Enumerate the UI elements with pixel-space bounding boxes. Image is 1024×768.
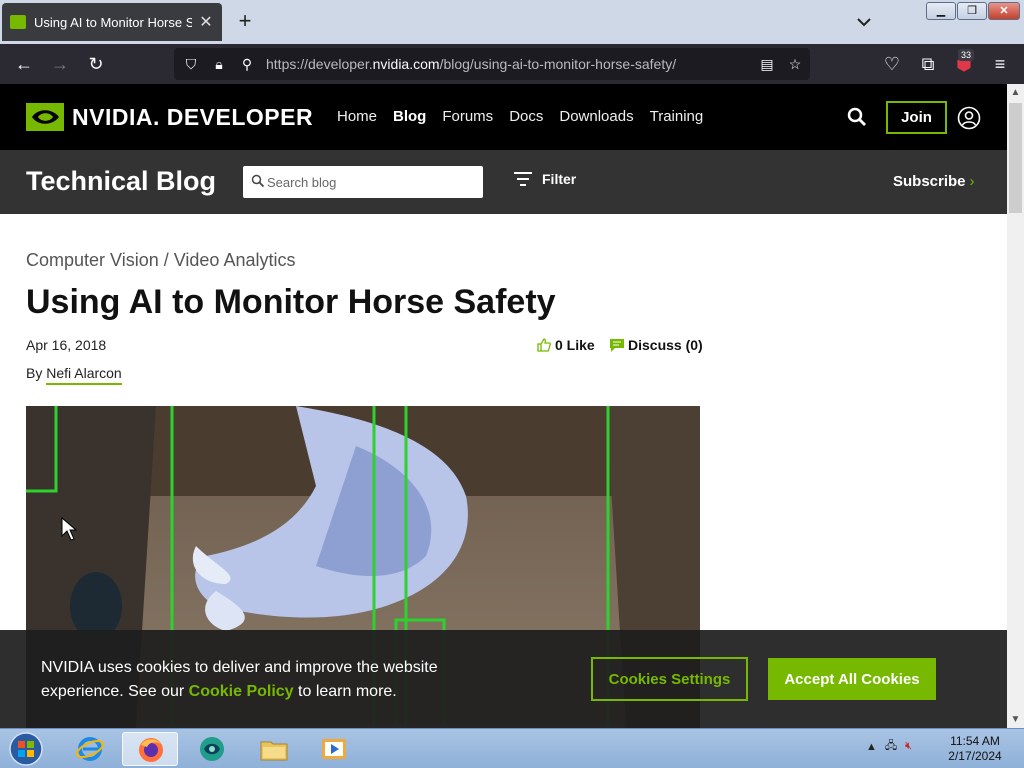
- window-minimize-button[interactable]: ▁: [926, 2, 956, 20]
- nav-docs[interactable]: Docs: [509, 108, 543, 125]
- nav-home[interactable]: Home: [337, 108, 377, 125]
- blog-search-input[interactable]: [267, 166, 477, 198]
- like-button[interactable]: 0 Like: [537, 337, 595, 353]
- search-icon[interactable]: [846, 106, 868, 128]
- nav-blog[interactable]: Blog: [393, 108, 426, 125]
- list-all-tabs-icon[interactable]: [854, 12, 874, 32]
- media-player-icon: [322, 739, 346, 759]
- app-icon: [200, 737, 224, 761]
- window-restore-button[interactable]: ❐: [957, 2, 987, 20]
- comment-icon: [610, 338, 624, 352]
- chevron-right-icon: ›: [969, 173, 975, 190]
- site-header: NVIDIA. DEVELOPER Home Blog Forums Docs …: [0, 84, 1007, 150]
- reader-view-icon[interactable]: ▤: [758, 55, 776, 73]
- folder-icon: [260, 741, 288, 761]
- byline-prefix: By: [26, 365, 43, 381]
- discuss-count: Discuss (0): [628, 337, 703, 353]
- accept-all-cookies-button[interactable]: Accept All Cookies: [768, 658, 936, 700]
- scroll-down-arrow-icon[interactable]: ▼: [1007, 711, 1024, 728]
- taskbar-file-explorer[interactable]: [246, 732, 302, 766]
- address-bar[interactable]: ⛉ 🔒︎ ⚲ https://developer.nvidia.com/blog…: [174, 48, 810, 80]
- filter-label: Filter: [542, 171, 577, 187]
- nvidia-developer-logo[interactable]: NVIDIA. DEVELOPER: [26, 103, 313, 131]
- user-account-icon[interactable]: [957, 106, 981, 130]
- nvidia-eye-icon: [26, 103, 64, 131]
- taskbar-firefox[interactable]: [122, 732, 178, 766]
- taskbar-internet-explorer[interactable]: [62, 732, 118, 766]
- volume-muted-icon[interactable]: 🔇︎: [905, 740, 912, 753]
- nav-downloads[interactable]: Downloads: [559, 108, 633, 125]
- like-count: 0 Like: [555, 337, 595, 353]
- back-button[interactable]: ←: [12, 52, 36, 76]
- extension-badge: 33: [958, 49, 975, 61]
- show-hidden-icons-icon[interactable]: ▲: [866, 741, 877, 753]
- scroll-up-arrow-icon[interactable]: ▲: [1007, 84, 1024, 101]
- filter-icon: [514, 172, 532, 186]
- browser-tab[interactable]: Using AI to Monitor Horse Safety ✕: [2, 3, 222, 41]
- join-button[interactable]: Join: [886, 101, 947, 134]
- network-icon[interactable]: 🖧: [885, 737, 897, 756]
- filter-button[interactable]: Filter: [514, 171, 576, 187]
- permissions-icon[interactable]: ⚲: [238, 55, 256, 73]
- forward-button[interactable]: →: [48, 52, 72, 76]
- tab-title: Using AI to Monitor Horse Safety: [34, 14, 192, 30]
- reload-button[interactable]: ↻: [84, 52, 108, 76]
- article-title: Using AI to Monitor Horse Safety: [26, 283, 556, 321]
- thumbs-up-icon: [537, 338, 551, 352]
- internet-explorer-icon: [76, 737, 104, 761]
- nvidia-favicon-icon: [10, 15, 26, 29]
- app-menu-icon[interactable]: ≡: [988, 52, 1012, 76]
- subscribe-label: Subscribe: [893, 173, 966, 190]
- blog-search-box[interactable]: [243, 166, 483, 198]
- taskbar-app[interactable]: [184, 732, 240, 766]
- page-scrollbar[interactable]: ▲ ▼: [1007, 84, 1024, 728]
- window-close-button[interactable]: ✕: [988, 2, 1020, 20]
- blog-title[interactable]: Technical Blog: [26, 166, 216, 197]
- discuss-button[interactable]: Discuss (0): [610, 337, 703, 353]
- article-byline: By Nefi Alarcon: [26, 365, 122, 385]
- scrollbar-thumb[interactable]: [1009, 103, 1022, 213]
- windows-taskbar: ▲ 🖧 🔇︎ 11:54 AM 2/17/2024: [0, 728, 1024, 768]
- extensions-icon[interactable]: ⧉: [916, 52, 940, 76]
- cookie-text-end: to learn more.: [293, 683, 397, 700]
- windows-start-icon[interactable]: [6, 731, 46, 767]
- cookie-banner: NVIDIA uses cookies to deliver and impro…: [0, 630, 1007, 728]
- cookie-settings-button[interactable]: Cookies Settings: [591, 657, 748, 701]
- system-clock[interactable]: 11:54 AM 2/17/2024: [940, 734, 1010, 764]
- url-text[interactable]: https://developer.nvidia.com/blog/using-…: [266, 56, 676, 72]
- browser-toolbar: ← → ↻ ⛉ 🔒︎ ⚲ https://developer.nvidia.co…: [0, 44, 1024, 84]
- search-icon: [251, 174, 265, 188]
- brand-name: NVIDIA. DEVELOPER: [72, 103, 314, 130]
- blog-subheader: Technical Blog Filter Subscribe›: [0, 150, 1007, 214]
- cookie-policy-link[interactable]: Cookie Policy: [189, 683, 294, 700]
- tracking-protection-shield-icon[interactable]: ⛉: [182, 55, 200, 73]
- new-tab-button[interactable]: +: [234, 10, 256, 32]
- author-link[interactable]: Nefi Alarcon: [46, 365, 122, 385]
- system-tray: ▲ 🖧 🔇︎: [866, 737, 912, 756]
- nav-training[interactable]: Training: [650, 108, 704, 125]
- clock-time: 11:54 AM: [950, 734, 1000, 748]
- tab-close-icon[interactable]: ✕: [198, 12, 214, 32]
- bookmark-star-icon[interactable]: ☆: [786, 55, 804, 73]
- main-nav: Home Blog Forums Docs Downloads Training: [337, 108, 703, 125]
- article-date: Apr 16, 2018: [26, 337, 107, 353]
- lock-icon[interactable]: 🔒︎: [210, 55, 228, 73]
- browser-tab-strip: Using AI to Monitor Horse Safety ✕ + ▁ ❐…: [0, 0, 1024, 44]
- cookie-message: NVIDIA uses cookies to deliver and impro…: [41, 656, 501, 704]
- taskbar-media-player[interactable]: [306, 732, 362, 766]
- nav-forums[interactable]: Forums: [442, 108, 493, 125]
- pocket-icon[interactable]: ♡: [880, 52, 904, 76]
- clock-date: 2/17/2024: [948, 749, 1002, 763]
- article-category[interactable]: Computer Vision / Video Analytics: [26, 250, 295, 271]
- subscribe-link[interactable]: Subscribe ›: [893, 173, 975, 190]
- firefox-icon: [139, 738, 163, 762]
